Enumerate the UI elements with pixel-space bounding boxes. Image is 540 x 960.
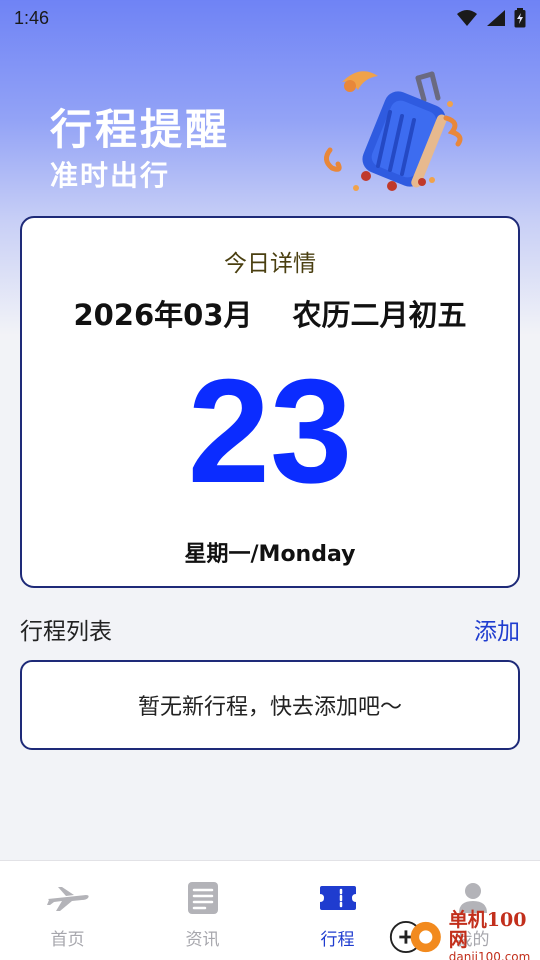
year-month: 2026年03月 — [73, 298, 253, 332]
nav-label-trips: 行程 — [320, 930, 355, 950]
watermark-url: danji100.com — [448, 949, 531, 960]
empty-trip-card: 暂无新行程，快去添加吧～ — [20, 660, 520, 750]
wifi-icon — [457, 10, 477, 26]
nav-item-home[interactable]: 首页 — [0, 861, 135, 960]
battery-icon — [514, 8, 526, 28]
weekday: 星期一/Monday — [184, 542, 356, 567]
nav-item-trips[interactable]: 行程 — [270, 861, 405, 960]
nav-item-news[interactable]: 资讯 — [135, 861, 270, 960]
news-icon — [181, 881, 225, 915]
watermark: 单机100网 danji100.com — [388, 908, 540, 960]
suitcase-illustration — [324, 71, 463, 191]
nav-label-news: 资讯 — [185, 930, 220, 950]
add-trip-button[interactable]: 添加 — [474, 612, 520, 646]
trip-list-header: 行程列表 添加 — [20, 612, 520, 646]
watermark-logo-icon — [389, 920, 441, 954]
ticket-icon — [316, 881, 360, 915]
status-bar: 1:46 — [0, 0, 540, 36]
signal-icon — [487, 10, 505, 26]
airplane-icon — [46, 881, 90, 915]
today-card: 今日详情 2026年03月 农历二月初五 23 星期一/Monday — [20, 216, 520, 588]
page-subtitle: 准时出行 — [50, 159, 171, 192]
page-title: 行程提醒 — [50, 105, 231, 154]
lunar-date: 农历二月初五 — [292, 298, 467, 332]
watermark-title: 单机100网 — [448, 908, 527, 951]
status-icons — [456, 8, 526, 28]
today-heading: 今日详情 — [224, 251, 316, 277]
nav-label-home: 首页 — [50, 930, 85, 950]
status-time: 1:46 — [14, 7, 50, 28]
empty-message: 暂无新行程，快去添加吧～ — [137, 695, 402, 720]
day-number: 23 — [187, 349, 353, 514]
trip-list-title: 行程列表 — [20, 619, 112, 645]
date-row: 2026年03月 农历二月初五 — [22, 292, 518, 334]
